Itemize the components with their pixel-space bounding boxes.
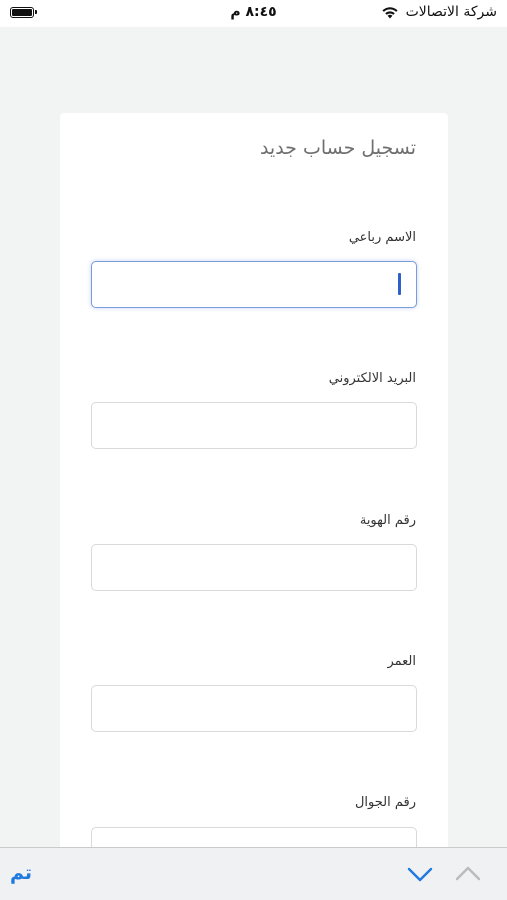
email-label: البريد الالكتروني <box>328 371 416 386</box>
form-title: تسجيل حساب جديد <box>259 137 416 159</box>
done-button[interactable]: تم <box>10 862 32 884</box>
wifi-icon <box>381 7 398 19</box>
keyboard-accessory-bar: تم <box>0 847 507 900</box>
chevron-down-icon[interactable] <box>405 863 435 885</box>
carrier-info: شركة الاتصالات <box>380 4 497 20</box>
id-number-label: رقم الهوية <box>359 513 416 528</box>
registration-card: تسجيل حساب جديد الاسم رباعي البريد الالك… <box>60 113 448 874</box>
chevron-up-icon[interactable] <box>453 863 483 885</box>
status-bar: ٨:٤٥ م شركة الاتصالات <box>0 0 507 27</box>
full-name-input[interactable] <box>91 261 417 308</box>
text-caret <box>398 273 401 295</box>
age-input[interactable] <box>91 685 417 732</box>
carrier-name: شركة الاتصالات <box>405 4 497 20</box>
mobile-label: رقم الجوال <box>354 795 416 810</box>
age-label: العمر <box>387 654 416 669</box>
email-input[interactable] <box>91 402 417 449</box>
id-number-input[interactable] <box>91 544 417 591</box>
full-name-label: الاسم رباعي <box>348 230 416 245</box>
